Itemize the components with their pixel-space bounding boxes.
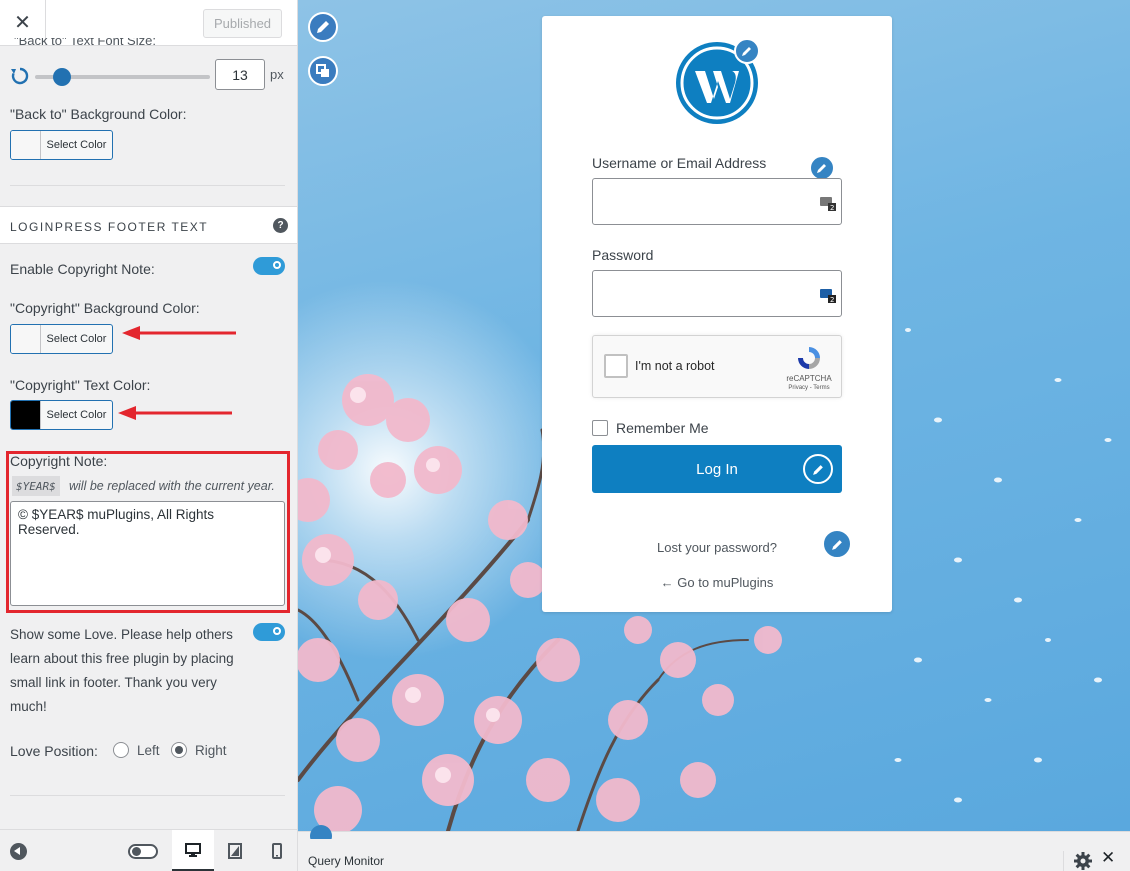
reset-icon[interactable]: [10, 66, 30, 86]
customizer-sidebar: ✕ Published "Back to" Text Font Size: 13…: [0, 0, 298, 871]
select-color-label: Select Color: [46, 333, 107, 345]
love-position-left-label[interactable]: Left: [137, 743, 160, 758]
pencil-icon: [742, 47, 751, 56]
show-love-text: Show some Love. Please help others learn…: [10, 627, 234, 714]
tablet-icon: [228, 843, 242, 859]
copyright-text-color-button[interactable]: Select Color: [10, 400, 113, 430]
customizer-tool-button[interactable]: [308, 12, 338, 42]
section-title: LOGINPRESS FOOTER TEXT: [10, 220, 209, 234]
username-label: Username or Email Address: [592, 155, 767, 171]
select-color-label: Select Color: [46, 409, 107, 421]
login-button[interactable]: Log In: [592, 445, 842, 493]
copyright-note-label: Copyright Note:: [10, 453, 108, 469]
username-input[interactable]: 2: [592, 178, 842, 225]
divider: [10, 795, 285, 796]
pencil-icon: [817, 164, 826, 173]
query-monitor-title[interactable]: Query Monitor: [308, 854, 384, 868]
mobile-preview-button[interactable]: [256, 830, 297, 871]
query-monitor-bar: Query Monitor ✕: [298, 825, 1130, 871]
font-size-unit: px: [270, 67, 284, 82]
pencil-icon: [812, 464, 823, 475]
copyright-bg-color-button[interactable]: Select Color: [10, 324, 113, 354]
login-form-card: Username or Email Address 2 Password 2 I…: [542, 16, 892, 612]
desktop-icon: [185, 842, 201, 857]
mobile-icon: [272, 843, 282, 859]
login-button-label: Log In: [696, 460, 738, 478]
love-position-right-radio[interactable]: [171, 742, 187, 758]
font-size-label: "Back to" Text Font Size:: [14, 38, 156, 46]
login-button-edit-button[interactable]: [803, 454, 833, 484]
logo-edit-button[interactable]: [734, 38, 760, 64]
back-to-site-link[interactable]: ← Go to muPlugins: [542, 575, 892, 590]
color-swatch: [11, 401, 41, 429]
keyboard-icon[interactable]: 2: [820, 287, 836, 303]
copyright-text-color-label: "Copyright" Text Color:: [10, 377, 151, 393]
year-placeholder-tag: $YEAR$: [12, 476, 60, 496]
color-swatch: [11, 131, 41, 159]
back-to-bg-color-button[interactable]: Select Color: [10, 130, 113, 160]
collapse-sidebar-icon[interactable]: [10, 843, 27, 860]
copyright-bg-color-label: "Copyright" Background Color:: [10, 300, 200, 316]
recaptcha-label: I'm not a robot: [635, 359, 715, 373]
year-description: will be replaced with the current year.: [69, 479, 275, 493]
password-label: Password: [592, 247, 654, 263]
tablet-preview-button[interactable]: [214, 830, 256, 871]
recaptcha-widget: I'm not a robot reCAPTCHA Privacy - Term…: [592, 335, 842, 398]
svg-text:2: 2: [830, 204, 834, 211]
recaptcha-brand: reCAPTCHA: [786, 374, 832, 383]
help-icon[interactable]: ?: [273, 218, 288, 233]
recaptcha-checkbox[interactable]: [604, 354, 628, 378]
desktop-preview-button[interactable]: [172, 830, 214, 871]
section-header-footer-text: LOGINPRESS FOOTER TEXT ?: [0, 206, 297, 244]
annotation-arrow-icon: [118, 406, 232, 420]
font-size-input[interactable]: 13: [215, 59, 265, 90]
sidebar-footer: [0, 829, 297, 871]
footer-links-edit-button[interactable]: [822, 529, 852, 559]
back-to-bg-color-label: "Back to" Background Color:: [10, 106, 187, 122]
copyright-note-textarea[interactable]: © $YEAR$ muPlugins, All Rights Reserved.: [10, 501, 285, 606]
close-icon[interactable]: ✕: [1101, 848, 1115, 868]
love-position-left-radio[interactable]: [113, 742, 129, 758]
enable-copyright-toggle[interactable]: [253, 257, 285, 275]
pencil-icon: [317, 21, 329, 33]
annotation-arrow-icon: [122, 326, 236, 340]
remember-me-label[interactable]: Remember Me: [616, 420, 709, 436]
enable-copyright-label: Enable Copyright Note:: [10, 261, 155, 277]
gear-icon[interactable]: [1074, 852, 1092, 870]
recaptcha-logo-icon: [798, 347, 820, 369]
published-button[interactable]: Published: [203, 9, 282, 38]
love-position-right-label[interactable]: Right: [195, 743, 227, 758]
layers-icon: [316, 64, 329, 77]
pencil-icon: [831, 539, 842, 550]
remember-me-checkbox[interactable]: [592, 420, 608, 436]
customizer-layers-button[interactable]: [308, 56, 338, 86]
divider: [1063, 851, 1064, 871]
svg-text:2: 2: [830, 296, 834, 303]
edit-circle-partial-icon[interactable]: [310, 825, 332, 839]
color-swatch: [11, 325, 41, 353]
show-love-toggle[interactable]: [253, 623, 285, 641]
select-color-label: Select Color: [46, 139, 107, 151]
keyboard-icon[interactable]: 2: [820, 195, 836, 211]
recaptcha-terms-link[interactable]: Privacy - Terms: [779, 385, 839, 391]
font-size-slider-handle[interactable]: [53, 68, 71, 86]
love-position-label: Love Position:: [10, 743, 98, 759]
password-input[interactable]: 2: [592, 270, 842, 317]
divider: [10, 185, 285, 186]
dark-mode-toggle[interactable]: [128, 844, 158, 859]
login-preview: Username or Email Address 2 Password 2 I…: [298, 0, 1130, 831]
